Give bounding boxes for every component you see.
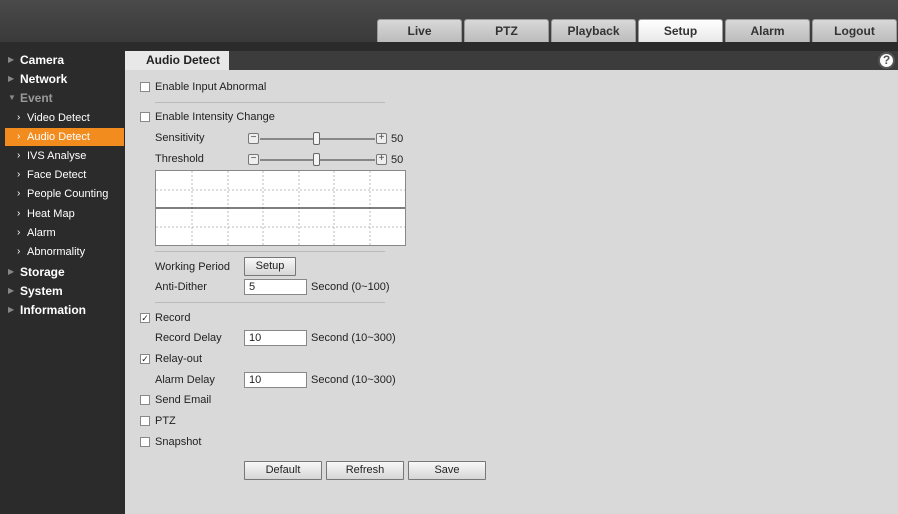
divider <box>155 251 385 252</box>
divider <box>155 102 385 103</box>
chevron-right-icon: ▶ <box>8 267 15 276</box>
graph-grid <box>156 171 405 245</box>
sidebar-item-people-counting[interactable]: › People Counting <box>0 185 125 203</box>
alarm-delay-label: Alarm Delay <box>155 374 215 386</box>
sidebar-item-information[interactable]: ▶ Information <box>0 301 125 319</box>
record-delay-unit: Second (10~300) <box>311 332 396 344</box>
enable-input-abnormal-label: Enable Input Abnormal <box>155 81 267 93</box>
chevron-right-icon: ▶ <box>8 55 15 64</box>
relay-out-checkbox[interactable]: ✓ <box>140 354 150 364</box>
snapshot-label: Snapshot <box>155 436 202 448</box>
chevron-right-icon: › <box>17 246 21 257</box>
top-tabs: Live PTZ Playback Setup Alarm Logout <box>377 19 898 42</box>
chevron-right-icon: › <box>17 227 21 238</box>
chevron-right-icon: ▶ <box>8 74 15 83</box>
record-delay-label: Record Delay <box>155 332 222 344</box>
save-button[interactable]: Save <box>408 461 486 480</box>
default-button[interactable]: Default <box>244 461 322 480</box>
chevron-right-icon: › <box>17 169 21 180</box>
tab-logout[interactable]: Logout <box>812 19 897 42</box>
sidebar-item-heat-map[interactable]: › Heat Map <box>0 205 125 223</box>
ptz-checkbox[interactable] <box>140 416 150 426</box>
chevron-right-icon: › <box>17 131 21 142</box>
chevron-right-icon: › <box>17 112 21 123</box>
threshold-label: Threshold <box>155 153 204 165</box>
alarm-delay-unit: Second (10~300) <box>311 374 396 386</box>
audio-level-graph <box>155 170 406 246</box>
sidebar-item-alarm[interactable]: › Alarm <box>0 224 125 242</box>
sidebar-item-network[interactable]: ▶ Network <box>0 70 125 88</box>
sensitivity-slider-thumb[interactable] <box>313 132 320 145</box>
anti-dither-label: Anti-Dither <box>155 281 207 293</box>
working-period-label: Working Period <box>155 261 230 273</box>
refresh-button[interactable]: Refresh <box>326 461 404 480</box>
send-email-checkbox[interactable] <box>140 395 150 405</box>
content-tab-audio-detect[interactable]: Audio Detect <box>125 51 229 70</box>
snapshot-checkbox[interactable] <box>140 437 150 447</box>
tab-alarm[interactable]: Alarm <box>725 19 810 42</box>
threshold-minus-icon[interactable]: − <box>248 154 259 165</box>
enable-intensity-change-checkbox[interactable] <box>140 112 150 122</box>
tab-playback[interactable]: Playback <box>551 19 636 42</box>
sensitivity-label: Sensitivity <box>155 132 205 144</box>
chevron-right-icon: ▶ <box>8 286 15 295</box>
sidebar-item-camera[interactable]: ▶ Camera <box>0 51 125 69</box>
sensitivity-plus-icon[interactable]: + <box>376 133 387 144</box>
enable-intensity-change-label: Enable Intensity Change <box>155 111 275 123</box>
sidebar-item-video-detect[interactable]: › Video Detect <box>0 109 125 127</box>
chevron-right-icon: › <box>17 188 21 199</box>
tab-live[interactable]: Live <box>377 19 462 42</box>
chevron-right-icon: › <box>17 150 21 161</box>
content-header <box>125 51 898 70</box>
relay-out-label: Relay-out <box>155 353 203 365</box>
alarm-delay-input[interactable]: 10 <box>244 372 307 388</box>
tab-setup[interactable]: Setup <box>638 19 723 42</box>
chevron-right-icon: › <box>17 208 21 219</box>
anti-dither-unit: Second (0~100) <box>311 281 390 293</box>
threshold-slider-thumb[interactable] <box>313 153 320 166</box>
sidebar-item-abnormality[interactable]: › Abnormality <box>0 243 125 261</box>
chevron-down-icon: ▼ <box>8 93 16 102</box>
sensitivity-value: 50 <box>391 133 404 145</box>
threshold-value: 50 <box>391 154 404 166</box>
ptz-label: PTZ <box>155 415 176 427</box>
sidebar-item-ivs-analyse[interactable]: › IVS Analyse <box>0 147 125 165</box>
anti-dither-input[interactable]: 5 <box>244 279 307 295</box>
record-label: Record <box>155 312 191 324</box>
tab-ptz[interactable]: PTZ <box>464 19 549 42</box>
enable-input-abnormal-checkbox[interactable] <box>140 82 150 92</box>
divider <box>155 302 385 303</box>
sensitivity-minus-icon[interactable]: − <box>248 133 259 144</box>
record-delay-input[interactable]: 10 <box>244 330 307 346</box>
help-icon[interactable]: ? <box>878 52 895 69</box>
send-email-label: Send Email <box>155 394 212 406</box>
working-period-setup-button[interactable]: Setup <box>244 257 296 276</box>
chevron-right-icon: ▶ <box>8 305 15 314</box>
sidebar-item-event[interactable]: ▼ Event <box>0 89 125 107</box>
sidebar-item-storage[interactable]: ▶ Storage <box>0 263 125 281</box>
record-checkbox[interactable]: ✓ <box>140 313 150 323</box>
threshold-plus-icon[interactable]: + <box>376 154 387 165</box>
sidebar-item-system[interactable]: ▶ System <box>0 282 125 300</box>
sidebar-item-face-detect[interactable]: › Face Detect <box>0 166 125 184</box>
sidebar-item-audio-detect[interactable]: › Audio Detect <box>5 128 124 146</box>
